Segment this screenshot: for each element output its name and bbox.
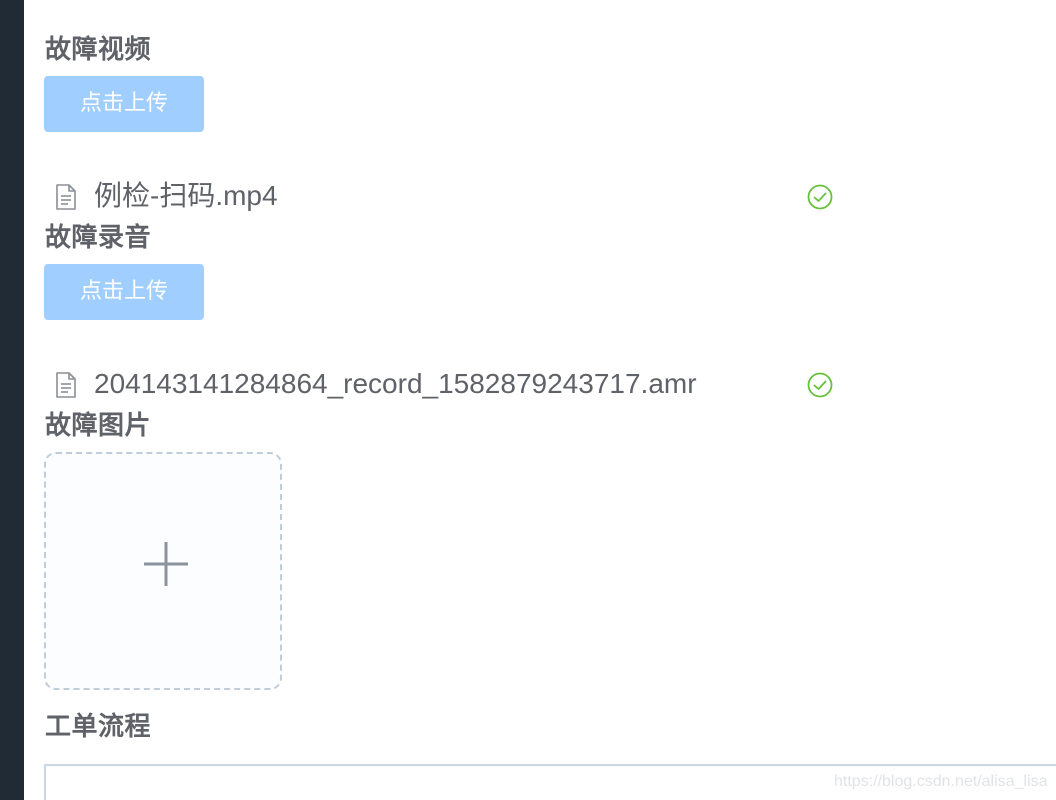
picture-upload-card[interactable] <box>44 452 282 690</box>
video-file-item[interactable]: 例检-扫码.mp4 <box>55 176 845 216</box>
video-file-name[interactable]: 例检-扫码.mp4 <box>94 176 278 216</box>
video-section-title: 故障视频 <box>45 35 152 65</box>
document-icon <box>56 184 76 210</box>
video-upload-button[interactable]: 点击上传 <box>44 76 204 132</box>
picture-section-title: 故障图片 <box>45 411 152 441</box>
circle-check-icon <box>807 372 833 398</box>
page: 故障视频 点击上传 例检-扫码.mp4 故障录音 点击上传 2041431412… <box>0 0 1056 800</box>
workflow-section-title: 工单流程 <box>45 712 152 742</box>
circle-check-icon <box>807 184 833 210</box>
watermark: https://blog.csdn.net/alisa_lisa <box>834 773 1048 790</box>
audio-file-name[interactable]: 204143141284864_record_1582879243717.amr <box>94 364 697 404</box>
left-sidebar <box>0 0 24 800</box>
audio-upload-button[interactable]: 点击上传 <box>44 264 204 320</box>
plus-icon <box>144 542 188 586</box>
audio-section-title: 故障录音 <box>45 223 152 253</box>
document-icon <box>56 372 76 398</box>
audio-file-item[interactable]: 204143141284864_record_1582879243717.amr <box>55 364 845 404</box>
